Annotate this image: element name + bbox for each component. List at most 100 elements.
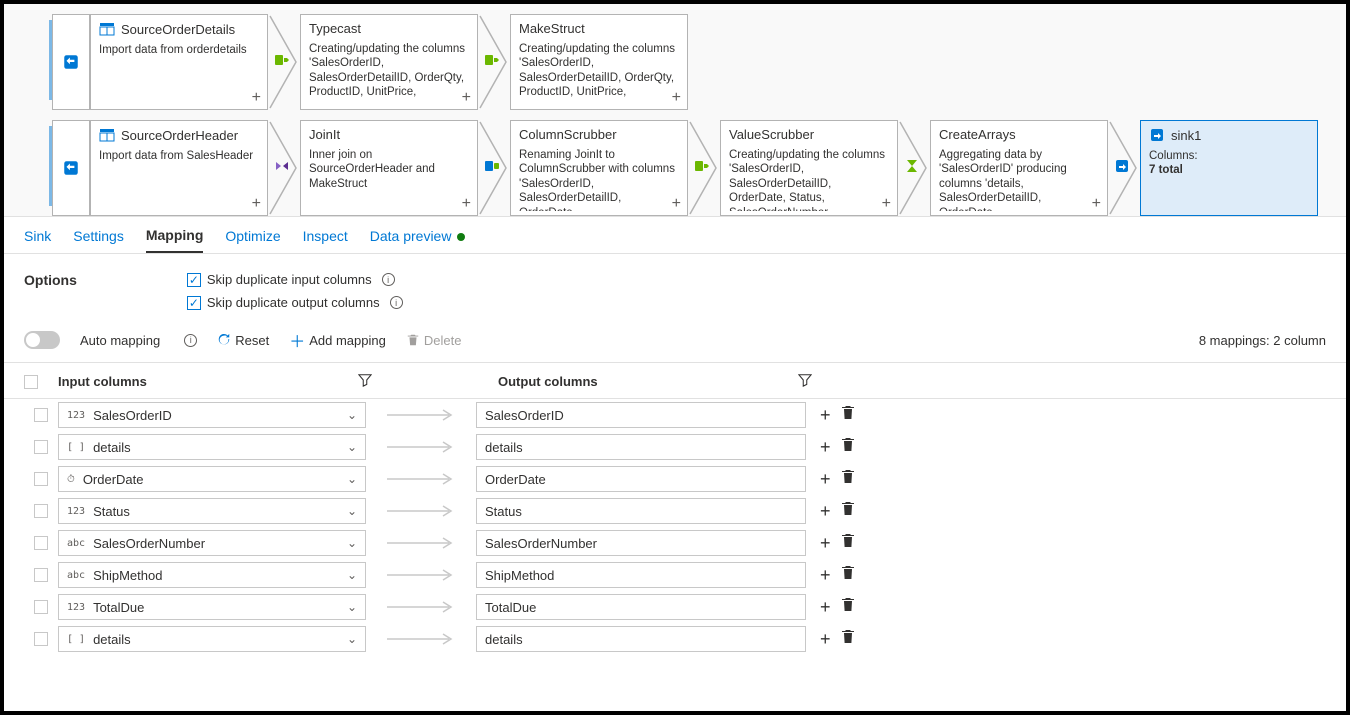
output-column-input[interactable]: SalesOrderNumber: [476, 530, 806, 556]
filter-icon[interactable]: [798, 373, 828, 390]
flow-node-createarrays[interactable]: CreateArraysAggregating data by 'SalesOr…: [930, 120, 1108, 216]
tab-data-preview[interactable]: Data preview: [370, 228, 466, 252]
options-row: Options ✓ Skip duplicate input columns i…: [4, 254, 1346, 314]
input-column-select[interactable]: [ ]details⌄: [58, 434, 366, 460]
flow-node-makestruct[interactable]: MakeStructCreating/updating the columns …: [510, 14, 688, 110]
mapping-row: ⏱OrderDate⌄ OrderDate +: [4, 463, 1346, 495]
flow-node-typecast[interactable]: TypecastCreating/updating the columns 'S…: [300, 14, 478, 110]
add-step-icon[interactable]: +: [252, 195, 261, 213]
trash-icon[interactable]: [841, 565, 855, 586]
flow-canvas[interactable]: SourceOrderDetailsImport data from order…: [4, 4, 1346, 217]
trash-icon[interactable]: [841, 437, 855, 458]
output-column-input[interactable]: SalesOrderID: [476, 402, 806, 428]
add-step-icon[interactable]: +: [672, 89, 681, 107]
add-step-icon[interactable]: +: [462, 89, 471, 107]
output-column-input[interactable]: TotalDue: [476, 594, 806, 620]
status-dot-icon: [457, 233, 465, 241]
output-column-input[interactable]: Status: [476, 498, 806, 524]
flow-node-valuescrubber[interactable]: ValueScrubberCreating/updating the colum…: [720, 120, 898, 216]
tab-settings[interactable]: Settings: [73, 228, 124, 252]
chevron-down-icon: ⌄: [347, 504, 357, 518]
add-icon[interactable]: +: [820, 469, 831, 490]
input-column-select[interactable]: [ ]details⌄: [58, 626, 366, 652]
input-column-select[interactable]: ⏱OrderDate⌄: [58, 466, 366, 492]
info-icon[interactable]: i: [382, 273, 395, 286]
mapping-body: 123SalesOrderID⌄SalesOrderID+[ ]details⌄…: [4, 399, 1346, 655]
row-checkbox[interactable]: [34, 408, 48, 422]
row-checkbox[interactable]: [34, 440, 48, 454]
delete-button[interactable]: Delete: [406, 333, 462, 348]
trash-icon[interactable]: [841, 597, 855, 618]
add-mapping-button[interactable]: ＋ Add mapping: [289, 328, 386, 352]
chevron-down-icon: ⌄: [347, 632, 357, 646]
row-checkbox[interactable]: [34, 536, 48, 550]
flow-node-sourceorderheader[interactable]: SourceOrderHeaderImport data from SalesH…: [90, 120, 268, 216]
input-column-select[interactable]: 123SalesOrderID⌄: [58, 402, 366, 428]
add-step-icon[interactable]: +: [1092, 195, 1101, 213]
mapping-arrow-icon: [366, 409, 476, 421]
add-icon[interactable]: +: [820, 437, 831, 458]
mapping-arrow-icon: [366, 441, 476, 453]
source-icon: [52, 120, 90, 216]
add-step-icon[interactable]: +: [882, 195, 891, 213]
add-icon[interactable]: +: [820, 597, 831, 618]
flow-node-joinit[interactable]: JoinItInner join on SourceOrderHeader an…: [300, 120, 478, 216]
add-step-icon[interactable]: +: [252, 89, 261, 107]
output-column-input[interactable]: details: [476, 626, 806, 652]
filter-icon[interactable]: [358, 373, 388, 390]
output-column-input[interactable]: ShipMethod: [476, 562, 806, 588]
options-label: Options: [24, 272, 77, 310]
mapping-row: 123Status⌄ Status +: [4, 495, 1346, 527]
mapping-arrow-icon: [366, 473, 476, 485]
tab-optimize[interactable]: Optimize: [225, 228, 280, 252]
info-icon[interactable]: i: [390, 296, 403, 309]
mapping-row: abcShipMethod⌄ ShipMethod +: [4, 559, 1346, 591]
add-icon[interactable]: +: [820, 405, 831, 426]
plus-icon: ＋: [289, 328, 305, 352]
panel-tabs: Sink Settings Mapping Optimize Inspect Data p…: [4, 217, 1346, 254]
input-column-select[interactable]: 123Status⌄: [58, 498, 366, 524]
tab-mapping[interactable]: Mapping: [146, 227, 204, 253]
skip-input-checkbox[interactable]: ✓ Skip duplicate input columns i: [187, 272, 403, 287]
select-all-checkbox[interactable]: [24, 375, 38, 389]
flow-node-columnscrubber[interactable]: ColumnScrubberRenaming JoinIt to ColumnS…: [510, 120, 688, 216]
mapping-row: 123TotalDue⌄ TotalDue +: [4, 591, 1346, 623]
input-column-select[interactable]: abcSalesOrderNumber⌄: [58, 530, 366, 556]
tab-sink[interactable]: Sink: [24, 228, 51, 252]
mapping-row: [ ]details⌄ details +: [4, 623, 1346, 655]
flow-node-sink1[interactable]: sink1Columns:7 total: [1140, 120, 1318, 216]
row-checkbox[interactable]: [34, 632, 48, 646]
trash-icon[interactable]: [841, 533, 855, 554]
flow-node-sourceorderdetails[interactable]: SourceOrderDetailsImport data from order…: [90, 14, 268, 110]
trash-icon[interactable]: [841, 469, 855, 490]
mapping-header: Input columns Output columns: [4, 363, 1346, 399]
select-icon: [488, 158, 506, 176]
output-column-input[interactable]: details: [476, 434, 806, 460]
add-icon[interactable]: +: [820, 501, 831, 522]
tab-inspect[interactable]: Inspect: [303, 228, 348, 252]
trash-icon[interactable]: [841, 501, 855, 522]
info-icon[interactable]: i: [184, 334, 197, 347]
mapping-arrow-icon: [366, 601, 476, 613]
trash-icon[interactable]: [841, 405, 855, 426]
row-checkbox[interactable]: [34, 504, 48, 518]
add-step-icon[interactable]: +: [462, 195, 471, 213]
add-icon[interactable]: +: [820, 565, 831, 586]
input-column-select[interactable]: 123TotalDue⌄: [58, 594, 366, 620]
row-checkbox[interactable]: [34, 472, 48, 486]
row-checkbox[interactable]: [34, 600, 48, 614]
skip-output-checkbox[interactable]: ✓ Skip duplicate output columns i: [187, 295, 403, 310]
auto-mapping-toggle[interactable]: [24, 331, 60, 349]
agg-icon: [908, 158, 926, 176]
mapping-arrow-icon: [366, 505, 476, 517]
output-column-input[interactable]: OrderDate: [476, 466, 806, 492]
add-icon[interactable]: +: [820, 629, 831, 650]
reset-button[interactable]: Reset: [217, 333, 269, 348]
trash-icon[interactable]: [841, 629, 855, 650]
row-checkbox[interactable]: [34, 568, 48, 582]
add-icon[interactable]: +: [820, 533, 831, 554]
input-column-select[interactable]: abcShipMethod⌄: [58, 562, 366, 588]
chevron-down-icon: ⌄: [347, 536, 357, 550]
add-step-icon[interactable]: +: [672, 195, 681, 213]
join-icon: [278, 158, 296, 176]
